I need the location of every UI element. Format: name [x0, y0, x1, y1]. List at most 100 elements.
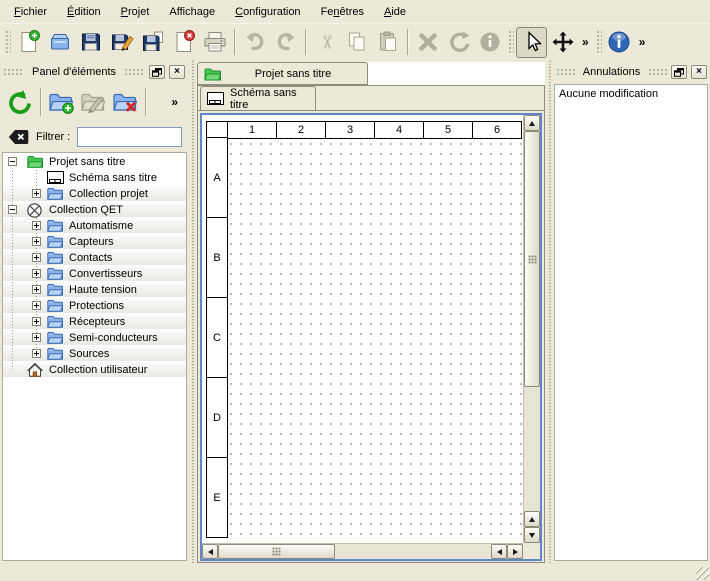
expand-icon[interactable]: [32, 301, 41, 310]
dock-close-button[interactable]: ×: [691, 65, 707, 79]
save-as-button[interactable]: [106, 27, 137, 58]
expand-icon[interactable]: [32, 269, 41, 278]
tree-item[interactable]: Récepteurs: [3, 314, 186, 330]
tree-item[interactable]: Convertisseurs: [3, 266, 186, 282]
panel-overflow-button[interactable]: »: [167, 95, 184, 109]
expand-icon[interactable]: [32, 253, 41, 262]
expand-icon[interactable]: [32, 237, 41, 246]
toolbar-drag-handle[interactable]: [4, 29, 11, 55]
project-window: Schéma sans titre 123456 ABCDE: [197, 85, 545, 563]
tab-schema-label: Schéma sans titre: [230, 87, 309, 111]
vertical-scroll-thumb[interactable]: [524, 131, 540, 387]
scroll-up-button[interactable]: [524, 511, 540, 527]
horizontal-scroll-thumb[interactable]: [218, 544, 335, 559]
left-splitter[interactable]: [188, 60, 197, 563]
expand-icon[interactable]: [32, 285, 41, 294]
vertical-scrollbar[interactable]: [523, 115, 540, 543]
menu-item[interactable]: Projet: [111, 0, 160, 23]
new-category-button[interactable]: [45, 86, 77, 118]
dock-title: Annulations: [579, 66, 645, 78]
vertical-scroll-track[interactable]: [524, 387, 540, 511]
horizontal-scrollbar[interactable]: [202, 543, 523, 559]
undo-list-item[interactable]: Aucune modification: [555, 85, 707, 103]
scroll-left-button[interactable]: [491, 544, 507, 559]
delete-category-button[interactable]: [109, 86, 141, 118]
diagram-canvas[interactable]: 123456 ABCDE: [202, 115, 523, 543]
print-button[interactable]: [199, 27, 230, 58]
save-all-button[interactable]: [137, 27, 168, 58]
menu-item[interactable]: Affichage: [159, 0, 225, 23]
clear-filter-icon[interactable]: [8, 129, 29, 145]
dock-float-button[interactable]: [671, 65, 687, 79]
tree-item[interactable]: Semi-conducteurs: [3, 330, 186, 346]
elements-panel-dock: Panel d'éléments × » Filtrer : Projet sa: [0, 60, 188, 563]
close-file-button[interactable]: [168, 27, 199, 58]
collapse-icon[interactable]: [8, 157, 17, 166]
schema-icon: [207, 92, 224, 105]
toolbar-drag-handle[interactable]: [507, 29, 514, 55]
info-blue-icon: [607, 30, 631, 54]
tree-item[interactable]: Projet sans titre: [3, 154, 186, 170]
expand-icon[interactable]: [32, 317, 41, 326]
expand-icon[interactable]: [32, 221, 41, 230]
resize-grip-icon[interactable]: [696, 567, 709, 580]
expand-icon[interactable]: [32, 189, 41, 198]
menu-item[interactable]: Fenêtres: [311, 0, 374, 23]
menu-item[interactable]: Configuration: [225, 0, 310, 23]
tree-item[interactable]: Automatisme: [3, 218, 186, 234]
scroll-up-button[interactable]: [524, 115, 540, 131]
undo-panel-dock: Annulations × Aucune modification: [553, 60, 710, 563]
tree-item[interactable]: Sources: [3, 346, 186, 362]
expand-icon[interactable]: [32, 349, 41, 358]
dock-close-button[interactable]: ×: [169, 65, 185, 79]
qet-icon: [27, 203, 42, 218]
elements-panel-header[interactable]: Panel d'éléments ×: [0, 62, 188, 82]
tree-item-label: Automatisme: [69, 220, 133, 232]
tree-item[interactable]: Schéma sans titre: [3, 170, 186, 186]
move-tool-button[interactable]: [547, 27, 578, 58]
dock-float-button[interactable]: [149, 65, 165, 79]
tree-item[interactable]: Collection projet: [3, 186, 186, 202]
tree-item[interactable]: Collection utilisateur: [3, 362, 186, 378]
tree-item[interactable]: Protections: [3, 298, 186, 314]
scrollbar-corner: [523, 543, 540, 559]
new-file-button[interactable]: [13, 27, 44, 58]
filter-input[interactable]: [77, 127, 182, 147]
scroll-right-button[interactable]: [507, 544, 523, 559]
up-arrow-icon: [529, 121, 535, 126]
cut-button: ✂: [310, 27, 341, 58]
collapse-icon[interactable]: [8, 205, 17, 214]
copy-icon: [345, 30, 369, 54]
scroll-left-button[interactable]: [202, 544, 218, 559]
project-tabbar: Projet sans titre: [197, 62, 545, 85]
reload-collections-button[interactable]: [4, 86, 36, 118]
about-qet-button[interactable]: [604, 27, 635, 58]
dock-title: Panel d'éléments: [28, 66, 120, 78]
close-icon: ×: [696, 67, 702, 77]
save-button[interactable]: [75, 27, 106, 58]
toolbar-overflow-button[interactable]: »: [578, 35, 593, 49]
horizontal-scroll-track[interactable]: [335, 544, 491, 559]
menu-item[interactable]: Édition: [57, 0, 111, 23]
tab-schema[interactable]: Schéma sans titre: [200, 86, 316, 110]
undo-panel-header[interactable]: Annulations ×: [553, 62, 710, 82]
tab-project[interactable]: Projet sans titre: [197, 62, 368, 85]
menu-item[interactable]: Fichier: [4, 0, 57, 23]
toolbar-separator: [234, 29, 235, 55]
expand-icon[interactable]: [32, 333, 41, 342]
tree-item[interactable]: Haute tension: [3, 282, 186, 298]
menu-item[interactable]: Aide: [374, 0, 416, 23]
toolbar-overflow-button[interactable]: »: [635, 35, 650, 49]
undo-history-list[interactable]: Aucune modification: [554, 84, 708, 561]
scroll-down-button[interactable]: [524, 527, 540, 543]
right-splitter[interactable]: [545, 60, 553, 563]
mdi-area: Projet sans titre Schéma sans titre 1234…: [197, 60, 545, 563]
folder-icon: [47, 331, 63, 344]
open-file-button[interactable]: [44, 27, 75, 58]
tree-item[interactable]: Contacts: [3, 250, 186, 266]
toolbar-separator: [145, 88, 146, 116]
tree-item[interactable]: Collection QET: [3, 202, 186, 218]
toolbar-drag-handle[interactable]: [595, 29, 602, 55]
select-tool-button[interactable]: [516, 27, 547, 58]
tree-item[interactable]: Capteurs: [3, 234, 186, 250]
